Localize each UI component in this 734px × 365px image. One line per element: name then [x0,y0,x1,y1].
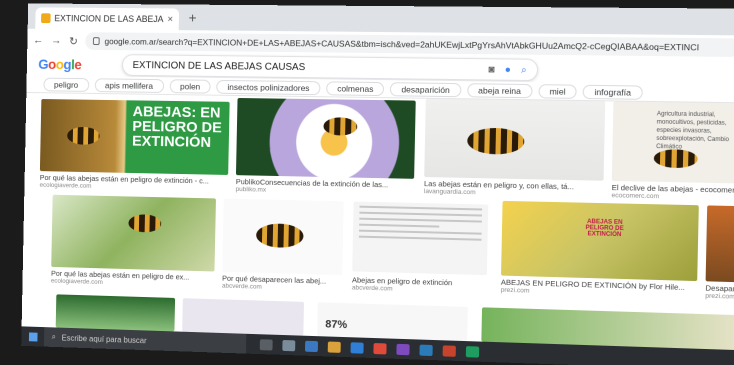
browser-tab[interactable]: EXTINCION DE LAS ABEJAS CAUS × [35,7,180,31]
chip[interactable]: peligro [43,77,89,92]
result-image[interactable] [352,201,489,276]
image-result[interactable]: Por qué las abejas están en peligro de e… [51,194,216,290]
banner-text: ABEJAS: EN PELIGRO DE EXTINCIÓN [131,103,222,151]
app-icon[interactable] [465,345,480,358]
image-result[interactable]: Por qué desaparecen las abej... abcverde… [222,198,344,293]
app-icon[interactable] [396,343,410,355]
chip[interactable]: apis mellifera [94,77,164,93]
bee-image [323,117,358,136]
result-image[interactable] [424,98,606,181]
favicon-icon [41,13,51,24]
close-icon[interactable]: × [167,14,173,25]
reload-icon[interactable]: ↻ [69,34,78,47]
result-image[interactable] [55,294,176,332]
search-icon: ⌕ [51,332,57,342]
image-result[interactable]: 87% [317,302,468,342]
task-view-icon[interactable] [259,338,273,351]
url-text: google.com.ar/search?q=EXTINCION+DE+LAS+… [104,36,700,53]
powerpoint-icon[interactable] [442,344,456,357]
chip[interactable]: insectos polinizadores [216,79,321,95]
word-icon[interactable] [419,344,433,356]
mic-icon[interactable]: ● [505,64,511,75]
result-image-text: Agricultura industrial, monocultivos, pe… [656,111,730,151]
search-query: EXTINCION DE LAS ABEJAS CAUSAS [132,59,306,73]
image-result[interactable]: Las abejas están en peligro y, con ellas… [424,98,606,199]
result-image[interactable]: Agricultura industrial, monocultivos, pe… [611,101,734,184]
stat-percent: 87% [325,318,348,332]
bee-image [67,126,100,145]
image-result[interactable]: Desaparic... prezi.com [705,205,734,305]
app-icon[interactable] [304,340,319,352]
result-image[interactable] [235,97,416,179]
windows-icon [27,331,38,342]
image-result[interactable] [55,294,176,332]
result-source[interactable]: ecocomerc.com [611,192,734,202]
chip[interactable]: colmenas [326,80,385,96]
bee-image [653,149,698,169]
chip[interactable]: miel [538,83,578,99]
result-image-title: ABEJAS EN PELIGRO DE EXTINCIÓN [585,219,624,239]
chrome-icon[interactable] [373,342,387,354]
taskbar-search-placeholder: Escribe aquí para buscar [61,333,147,345]
bee-image [467,127,525,155]
result-image[interactable]: ABEJAS EN PELIGRO DE EXTINCIÓN [501,200,699,282]
result-image[interactable]: 87% [317,302,468,342]
image-result[interactable]: Agricultura industrial, monocultivos, pe… [611,101,734,202]
document-lines [353,205,488,241]
bee-image [255,223,304,249]
lock-icon [93,37,100,46]
search-icon[interactable]: ⌕ [521,64,527,75]
result-source[interactable]: prezi.com [705,293,734,301]
image-result[interactable]: PublikoConsecuencias de la extinción de … [235,97,416,195]
chip[interactable]: infografía [582,84,643,100]
chip[interactable]: abeja reina [466,82,533,98]
result-image[interactable]: ABEJAS: EN PELIGRO DE EXTINCIÓN [39,99,230,175]
image-result[interactable]: ABEJAS: EN PELIGRO DE EXTINCIÓN Por qué … [40,99,230,191]
taskbar-apps [259,338,480,358]
app-icon[interactable] [282,339,296,351]
start-button[interactable] [21,331,44,342]
screen: EXTINCION DE LAS ABEJAS CAUS × + ← → ↻ g… [21,3,734,365]
chip[interactable]: desaparición [390,81,462,97]
new-tab-icon[interactable]: + [188,10,196,26]
forward-icon[interactable]: → [51,35,62,47]
bee-image [128,214,162,233]
image-results: ABEJAS: EN PELIGRO DE EXTINCIÓN Por qué … [21,92,734,351]
result-image[interactable] [51,194,216,272]
folder-icon[interactable] [327,340,341,353]
image-result[interactable]: Abejas en peligro de extinción abcverde.… [352,201,489,298]
edge-icon[interactable] [350,341,364,354]
tab-title: EXTINCION DE LAS ABEJAS CAUS [54,13,164,25]
result-image[interactable] [705,205,734,283]
back-icon[interactable]: ← [33,35,44,47]
google-logo[interactable]: Google [38,56,81,72]
result-image[interactable] [182,298,305,336]
result-image[interactable] [222,198,344,276]
camera-icon[interactable]: ◙ [488,64,494,75]
image-result[interactable] [182,298,305,336]
image-result[interactable]: ABEJAS EN PELIGRO DE EXTINCIÓN ABEJAS EN… [501,200,699,304]
chip[interactable]: polen [169,78,212,94]
